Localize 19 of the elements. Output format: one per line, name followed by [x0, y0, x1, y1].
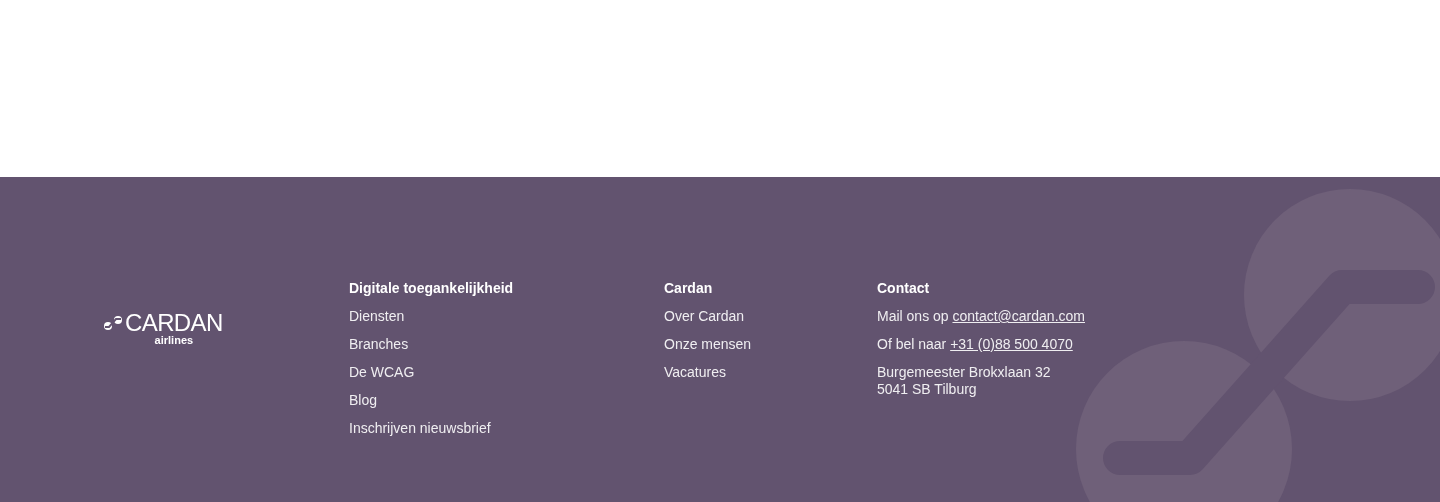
- contact-line: Of bel naar +31 (0)88 500 4070: [877, 336, 1073, 353]
- logo-tagline: airlines: [154, 335, 194, 346]
- contact-link[interactable]: +31 (0)88 500 4070: [950, 336, 1073, 352]
- column-heading: Cardan: [664, 280, 714, 297]
- footer-link[interactable]: Branches: [349, 336, 409, 353]
- footer-link[interactable]: De WCAG: [349, 364, 415, 381]
- footer-link[interactable]: Onze mensen: [664, 336, 752, 353]
- footer-link[interactable]: Blog: [349, 392, 378, 409]
- address: Burgemeester Brokxlaan 32 5041 SB Tilburg: [877, 364, 1051, 398]
- contact-line: Mail ons op contact@cardan.com: [877, 308, 1085, 325]
- contact-link[interactable]: contact@cardan.com: [952, 308, 1085, 324]
- footer-link[interactable]: Vacatures: [664, 364, 726, 381]
- column-heading: Digitale toegankelijkheid: [349, 280, 515, 297]
- logo-text: CARDAN: [125, 311, 223, 335]
- logo-icon: [103, 316, 123, 330]
- footer-link[interactable]: Diensten: [349, 308, 405, 325]
- column-heading: Contact: [877, 280, 931, 297]
- footer-link[interactable]: Inschrijven nieuwsbrief: [349, 420, 491, 437]
- footer-link[interactable]: Over Cardan: [664, 308, 745, 325]
